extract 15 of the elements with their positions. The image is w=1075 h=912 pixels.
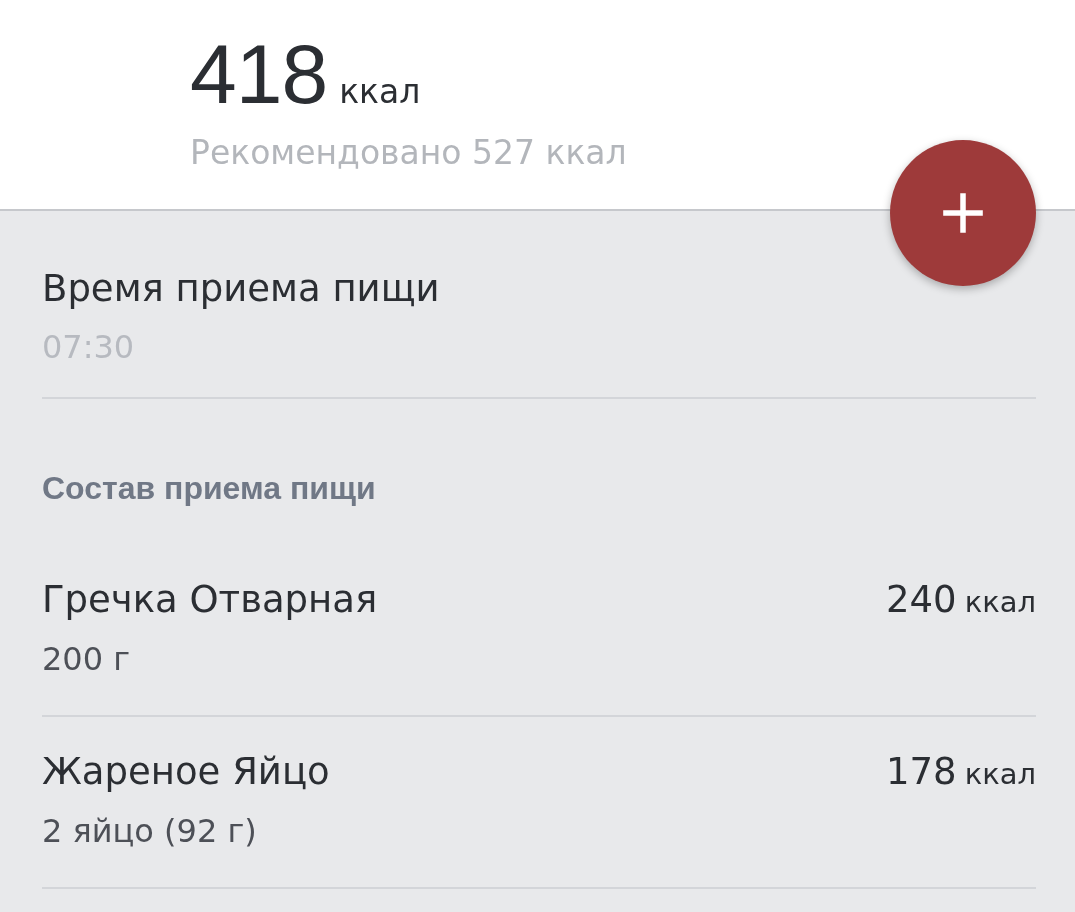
food-calories-unit: ккал [964, 756, 1036, 793]
food-calories: 178 [886, 750, 957, 794]
recommended-calories: Рекомендовано 527 ккал [190, 133, 627, 172]
food-calories: 240 [886, 578, 957, 622]
food-calories-unit: ккал [964, 584, 1036, 621]
food-name[interactable]: Гречка Отварная [42, 578, 378, 622]
plus-icon [941, 191, 985, 235]
meal-time-label: Время приема пищи [42, 267, 440, 310]
food-portion: 2 яйцо (92 г) [42, 812, 258, 850]
calories-value: 418 [190, 32, 328, 116]
calories-unit: ккал [339, 72, 421, 112]
add-button[interactable] [890, 140, 1036, 286]
section-heading: Состав приема пищи [42, 470, 376, 506]
food-portion: 200 г [42, 640, 132, 678]
food-name[interactable]: Жареное Яйцо [42, 750, 330, 794]
